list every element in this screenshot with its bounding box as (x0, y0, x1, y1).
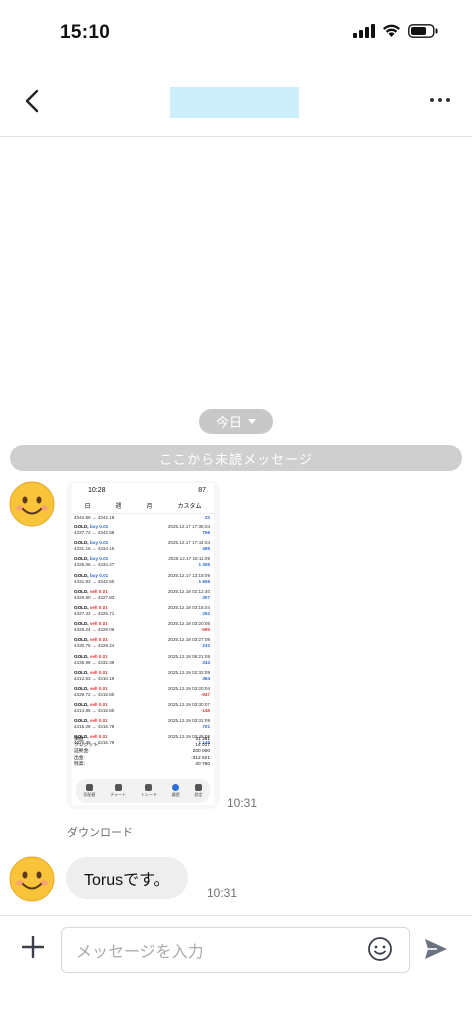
screenshot-bottom-nav: 気配値 チャート トレード 履歴 設定 (76, 779, 210, 803)
trade-row: GOLD, sell 0.01 4329.72 → 4315.80 2025.12.… (74, 685, 210, 697)
trade-row: GOLD, buy 0.01 4331.83 → 4342.50 2025.12.1… (74, 572, 210, 584)
caret-down-icon (248, 419, 256, 424)
trade-row: GOLD, buy 0.01 4331.16 → 4334.15 2025.12.1… (74, 540, 210, 552)
chat-title-redacted (170, 87, 299, 118)
screenshot-battery: 87 (198, 486, 206, 494)
screenshot-nav-item: 気配値 (83, 784, 95, 798)
trade-row-partial: 4342.89 → 4342.18 23 (74, 515, 210, 520)
unread-banner: ここから未読メッセージ (10, 445, 462, 471)
send-icon[interactable] (423, 937, 449, 961)
account-summary: 損益: 31 381 クレジット: 14 017 証拠金: 200 000 出金: -312 … (74, 737, 210, 768)
sender-avatar[interactable] (9, 856, 55, 902)
trade-row: GOLD, sell 0.01 4314.85 → 4315.80 2025.12.… (74, 702, 210, 714)
more-options-icon[interactable] (430, 98, 450, 102)
trade-list: GOLD, buy 0.01 4337.72 → 4342.58 2025.12.1… (72, 522, 214, 749)
message-input-placeholder: メッセージを入力 (76, 944, 204, 961)
screenshot-tabs: 日 週 月 カスタム (72, 497, 214, 514)
trade-row: GOLD, sell 0.01 4327.33 → 4325.71 2025.12.… (74, 604, 210, 616)
wifi-icon (383, 24, 400, 37)
screenshot-tab: カスタム (177, 503, 202, 510)
download-link[interactable]: ダウンロード (67, 824, 133, 840)
trade-row: GOLD, sell 0.01 4335.98 → 4332.39 2025.12.… (74, 653, 210, 665)
screenshot-nav-item: チャート (110, 784, 126, 798)
date-separator-label: 今日 (215, 415, 242, 430)
message-timestamp: 10:31 (207, 886, 238, 900)
status-time: 15:10 (60, 22, 111, 43)
trade-row: GOLD, sell 0.01 4325.24 → 4329.06 2025.12.… (74, 621, 210, 633)
trade-row: GOLD, sell 0.01 4329.80 → 4327.83 2025.12.… (74, 588, 210, 600)
trade-row: GOLD, sell 0.01 4315.28 → 4315.78 2025.12.… (74, 718, 210, 730)
trade-row: GOLD, sell 0.01 4330.75 → 4329.24 2025.12.… (74, 637, 210, 649)
status-icons (353, 24, 438, 38)
sender-avatar[interactable] (9, 481, 55, 527)
message-input[interactable]: メッセージを入力 (61, 927, 410, 973)
message-timestamp: 10:31 (227, 796, 258, 810)
date-separator[interactable]: 今日 (199, 409, 273, 434)
text-message-bubble[interactable]: Torusです。 (66, 857, 188, 899)
screenshot-status-bar: 10:28 87 (72, 483, 214, 497)
screenshot-nav-item: トレード (141, 784, 157, 798)
summary-row: 残高: 20 760 (74, 761, 210, 767)
screenshot-tab: 週 (115, 503, 122, 510)
chat-header (0, 66, 472, 137)
trade-history-screenshot: 10:28 87 日 週 月 カスタム 4342.89 → 4342.18 23… (72, 483, 214, 805)
image-message[interactable]: 10:28 87 日 週 月 カスタム 4342.89 → 4342.18 23… (66, 481, 220, 809)
trade-row: GOLD, buy 0.01 4325.06 → 4334.27 2025.12.1… (74, 556, 210, 568)
screenshot-tab: 月 (146, 503, 153, 510)
trade-row: GOLD, buy 0.01 4337.72 → 4342.58 2025.12.1… (74, 524, 210, 535)
back-arrow-icon[interactable] (22, 88, 44, 114)
signal-icon (353, 24, 375, 38)
emoji-icon[interactable] (367, 936, 393, 962)
message-input-bar: メッセージを入力 (0, 915, 472, 1025)
trade-row: GOLD, sell 0.01 4312.53 → 4310.19 2025.12.… (74, 669, 210, 681)
plus-icon[interactable] (22, 936, 44, 958)
battery-icon (408, 24, 438, 38)
screenshot-nav-item: 履歴 (172, 784, 180, 798)
screenshot-time: 10:28 (88, 486, 106, 494)
screenshot-nav-item: 設定 (195, 784, 203, 798)
screenshot-tab: 日 (84, 503, 91, 510)
